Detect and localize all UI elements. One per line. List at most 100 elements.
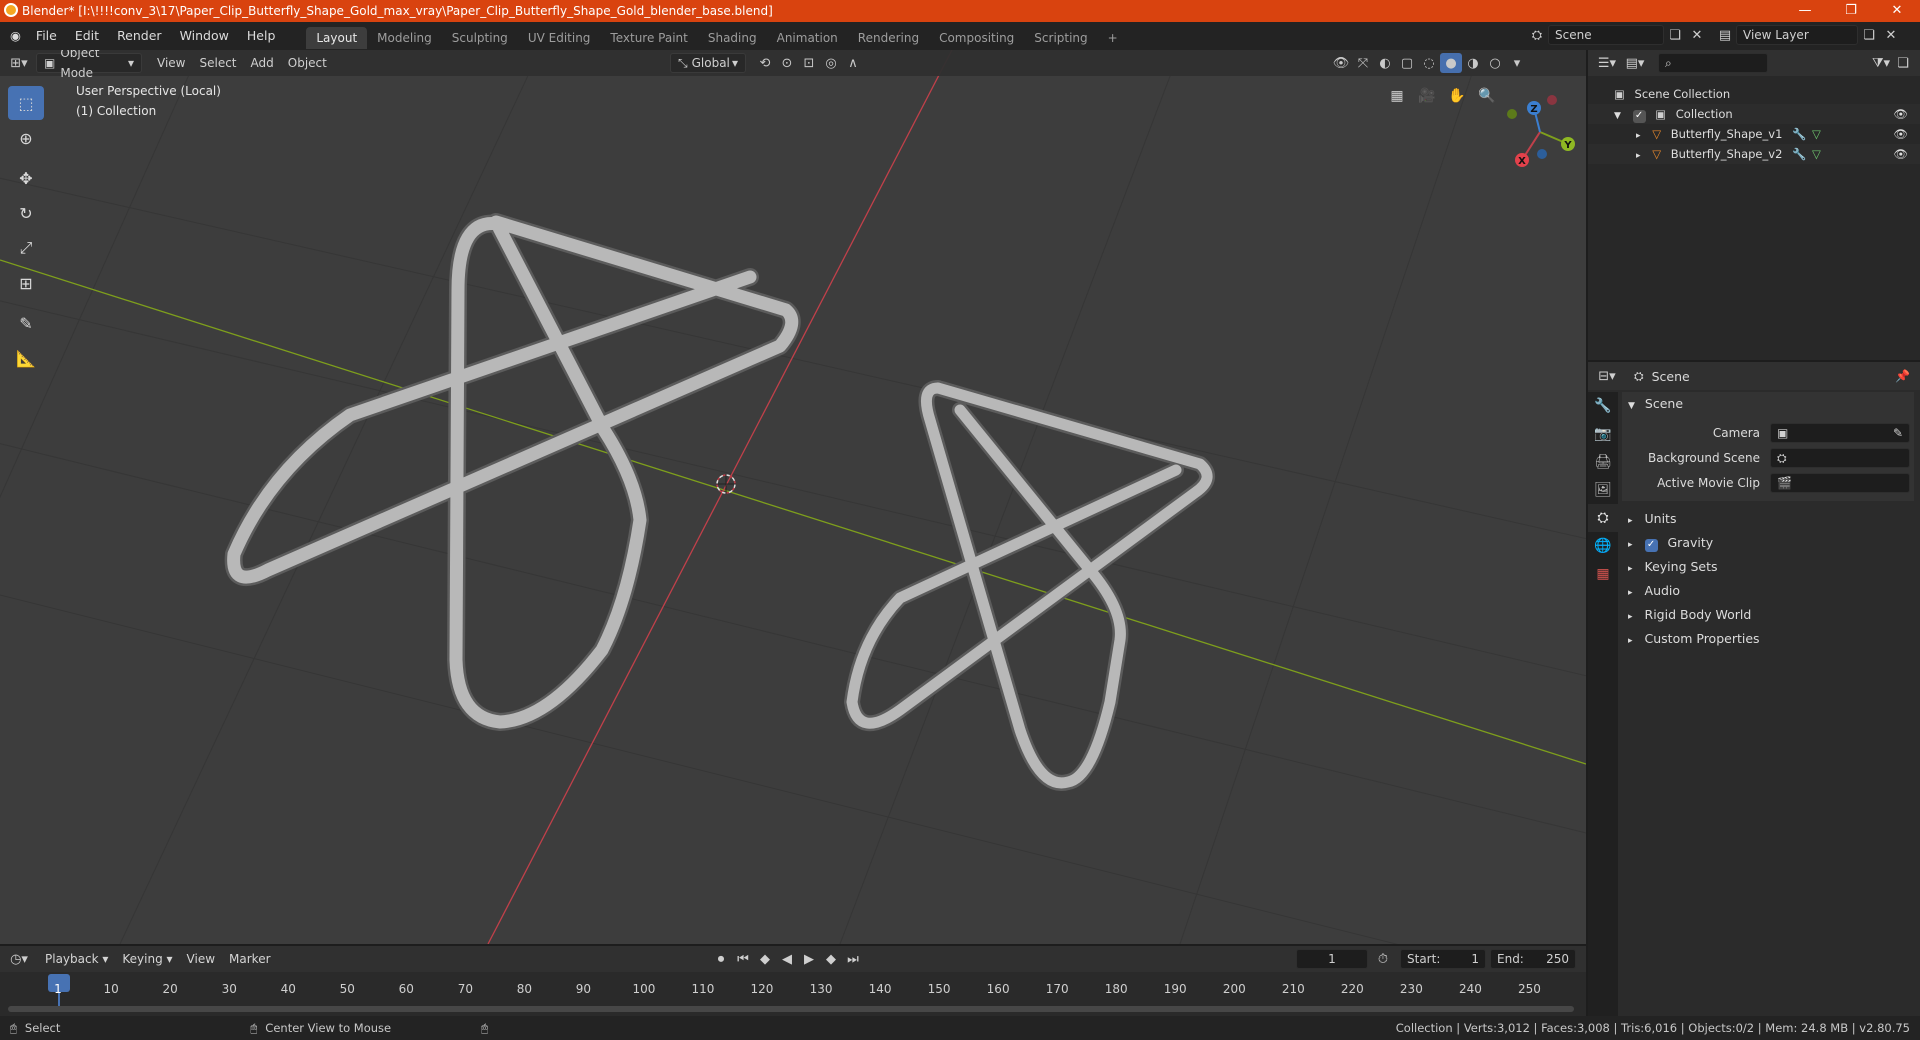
annotate-tool-icon[interactable]: ✎ [8, 306, 44, 340]
tab-layout[interactable]: Layout [306, 26, 368, 49]
audio-panel[interactable]: ▸ Audio [1622, 579, 1914, 603]
menu-view[interactable]: View [150, 53, 192, 73]
close-button[interactable]: ✕ [1874, 0, 1920, 22]
butterfly-shape-v2[interactable] [844, 380, 1215, 791]
add-workspace-button[interactable]: + [1098, 27, 1128, 49]
menu-render[interactable]: Render [108, 22, 171, 50]
transform-tool-icon[interactable]: ⊞ [8, 266, 44, 300]
scale-tool-icon[interactable]: ⤢ [8, 231, 44, 265]
menu-help[interactable]: Help [238, 22, 285, 50]
display-mode-icon[interactable]: ▤▾ [1624, 53, 1646, 73]
visibility-filter-icon[interactable]: 👁 [1330, 53, 1352, 73]
menu-select[interactable]: Select [192, 53, 243, 73]
3d-viewport[interactable]: ⊞▾ ▣ Object Mode ▾ View Select Add Objec… [0, 50, 1586, 944]
blender-menu-icon[interactable]: ◉ [0, 22, 27, 50]
disclosure-triangle-icon[interactable]: ▸ [1636, 151, 1641, 161]
snap-target-icon[interactable]: ⊡ [798, 53, 820, 73]
view-layer-field[interactable]: View Layer [1736, 25, 1858, 45]
menu-object[interactable]: Object [281, 53, 334, 73]
modifier-wrench-icon[interactable]: 🔧 [1792, 124, 1806, 144]
outliner-row-object[interactable]: ▸ ▽ Butterfly_Shape_v1 🔧 ▽ 👁 [1588, 124, 1920, 144]
menu-window[interactable]: Window [171, 22, 238, 50]
pivot-point-icon[interactable]: ⟲ [754, 53, 776, 73]
3d-cursor[interactable] [716, 474, 736, 494]
delete-scene-icon[interactable]: ✕ [1686, 25, 1708, 45]
overlays-toggle-icon[interactable]: ◐ [1374, 53, 1396, 73]
render-tab-icon[interactable]: 📷 [1588, 420, 1618, 448]
transform-orientation-selector[interactable]: ⤡ Global ▾ [670, 53, 746, 73]
falloff-icon[interactable]: ∧ [842, 53, 864, 73]
new-view-layer-icon[interactable]: ❏ [1858, 25, 1880, 45]
measure-tool-icon[interactable]: 📐 [8, 341, 44, 375]
tab-uv-editing[interactable]: UV Editing [518, 27, 601, 49]
collection-checkbox[interactable]: ✓ [1632, 109, 1646, 123]
select-box-tool-icon[interactable]: ⬚ [8, 86, 44, 120]
background-scene-field[interactable]: ⛭ [1770, 447, 1910, 468]
solid-shading-icon[interactable]: ● [1440, 53, 1462, 73]
mesh-data-icon[interactable]: ▽ [1812, 144, 1821, 164]
new-scene-icon[interactable]: ❏ [1664, 25, 1686, 45]
tab-scripting[interactable]: Scripting [1024, 27, 1097, 49]
scene-selector-icon[interactable]: ⛭ [1526, 25, 1548, 45]
tab-rendering[interactable]: Rendering [848, 27, 929, 49]
delete-view-layer-icon[interactable]: ✕ [1880, 25, 1902, 45]
tab-shading[interactable]: Shading [698, 27, 767, 49]
rotate-tool-icon[interactable]: ↻ [8, 196, 44, 230]
outliner-row-object[interactable]: ▸ ▽ Butterfly_Shape_v2 🔧 ▽ 👁 [1588, 144, 1920, 164]
scene-tab-icon[interactable]: ⛭ [1588, 504, 1618, 532]
custom-properties-panel[interactable]: ▸ Custom Properties [1622, 627, 1914, 651]
new-collection-icon[interactable]: ❏ [1892, 53, 1914, 73]
tab-animation[interactable]: Animation [767, 27, 848, 49]
modifier-wrench-icon[interactable]: 🔧 [1792, 144, 1806, 164]
mode-selector[interactable]: ▣ Object Mode ▾ [36, 50, 142, 80]
gravity-checkbox[interactable]: ✓ [1644, 538, 1658, 552]
tab-texture-paint[interactable]: Texture Paint [600, 27, 697, 49]
xray-toggle-icon[interactable]: ▢ [1396, 53, 1418, 73]
filter-icon[interactable]: ⧩▾ [1870, 53, 1892, 73]
rigid-body-world-panel[interactable]: ▸ Rigid Body World [1622, 603, 1914, 627]
maximize-button[interactable]: ❐ [1828, 0, 1874, 22]
scene-name-field[interactable]: Scene [1548, 25, 1664, 45]
keying-sets-panel[interactable]: ▸ Keying Sets [1622, 555, 1914, 579]
units-panel[interactable]: ▸ Units [1622, 507, 1914, 531]
menu-edit[interactable]: Edit [66, 22, 108, 50]
eye-icon[interactable]: 👁 [1893, 104, 1908, 124]
editor-type-icon[interactable]: ⊞▾ [8, 53, 30, 73]
eyedropper-icon[interactable]: ✎ [1893, 424, 1903, 442]
view-layer-tab-icon[interactable]: 🖼 [1588, 476, 1618, 504]
output-tab-icon[interactable]: 🖨 [1588, 448, 1618, 476]
navigation-gizmo[interactable]: Y X Z [1500, 90, 1580, 170]
move-tool-icon[interactable]: ✥ [8, 161, 44, 195]
proportional-editing-icon[interactable]: ◎ [820, 53, 842, 73]
disclosure-triangle-icon[interactable]: ▸ [1636, 131, 1641, 141]
tab-sculpting[interactable]: Sculpting [442, 27, 518, 49]
snap-icon[interactable]: ⊙ [776, 53, 798, 73]
pan-view-icon[interactable]: ✋ [1442, 86, 1472, 106]
properties-editor-type-icon[interactable]: ⊟▾ [1596, 366, 1618, 386]
outliner-row-collection[interactable]: ▼ ✓ ▣ Collection 👁 [1588, 104, 1920, 124]
timeline-scrollbar[interactable] [8, 1006, 1574, 1012]
minimize-button[interactable]: — [1782, 0, 1828, 22]
texture-tab-icon[interactable]: ▦ [1588, 560, 1618, 588]
material-shading-icon[interactable]: ◑ [1462, 53, 1484, 73]
camera-view-icon[interactable]: 🎥 [1412, 86, 1442, 106]
menu-file[interactable]: File [27, 22, 66, 50]
camera-field[interactable]: ▣ ✎ [1770, 422, 1910, 443]
wireframe-shading-icon[interactable]: ◌ [1418, 53, 1440, 73]
pin-icon[interactable]: 📌 [1895, 369, 1910, 383]
disclosure-triangle-icon[interactable]: ▼ [1614, 111, 1621, 121]
tab-compositing[interactable]: Compositing [929, 27, 1024, 49]
rendered-shading-icon[interactable]: ○ [1484, 53, 1506, 73]
outliner-search-input[interactable]: ⌕ [1658, 53, 1768, 73]
shading-options-icon[interactable]: ▾ [1506, 53, 1528, 73]
active-movie-clip-field[interactable]: 🎬 [1770, 472, 1910, 493]
gizmo-toggle-icon[interactable]: ⤧ [1352, 53, 1374, 73]
outliner-editor-type-icon[interactable]: ☰▾ [1596, 53, 1618, 73]
gravity-panel[interactable]: ▸ ✓ Gravity [1622, 531, 1914, 555]
view-layer-icon[interactable]: ▤ [1714, 25, 1736, 45]
tab-modeling[interactable]: Modeling [367, 27, 442, 49]
zoom-view-icon[interactable]: 🔍 [1472, 86, 1502, 106]
world-tab-icon[interactable]: 🌐 [1588, 532, 1618, 560]
grid-view-icon[interactable]: ▦ [1382, 86, 1412, 106]
mesh-data-icon[interactable]: ▽ [1812, 124, 1821, 144]
